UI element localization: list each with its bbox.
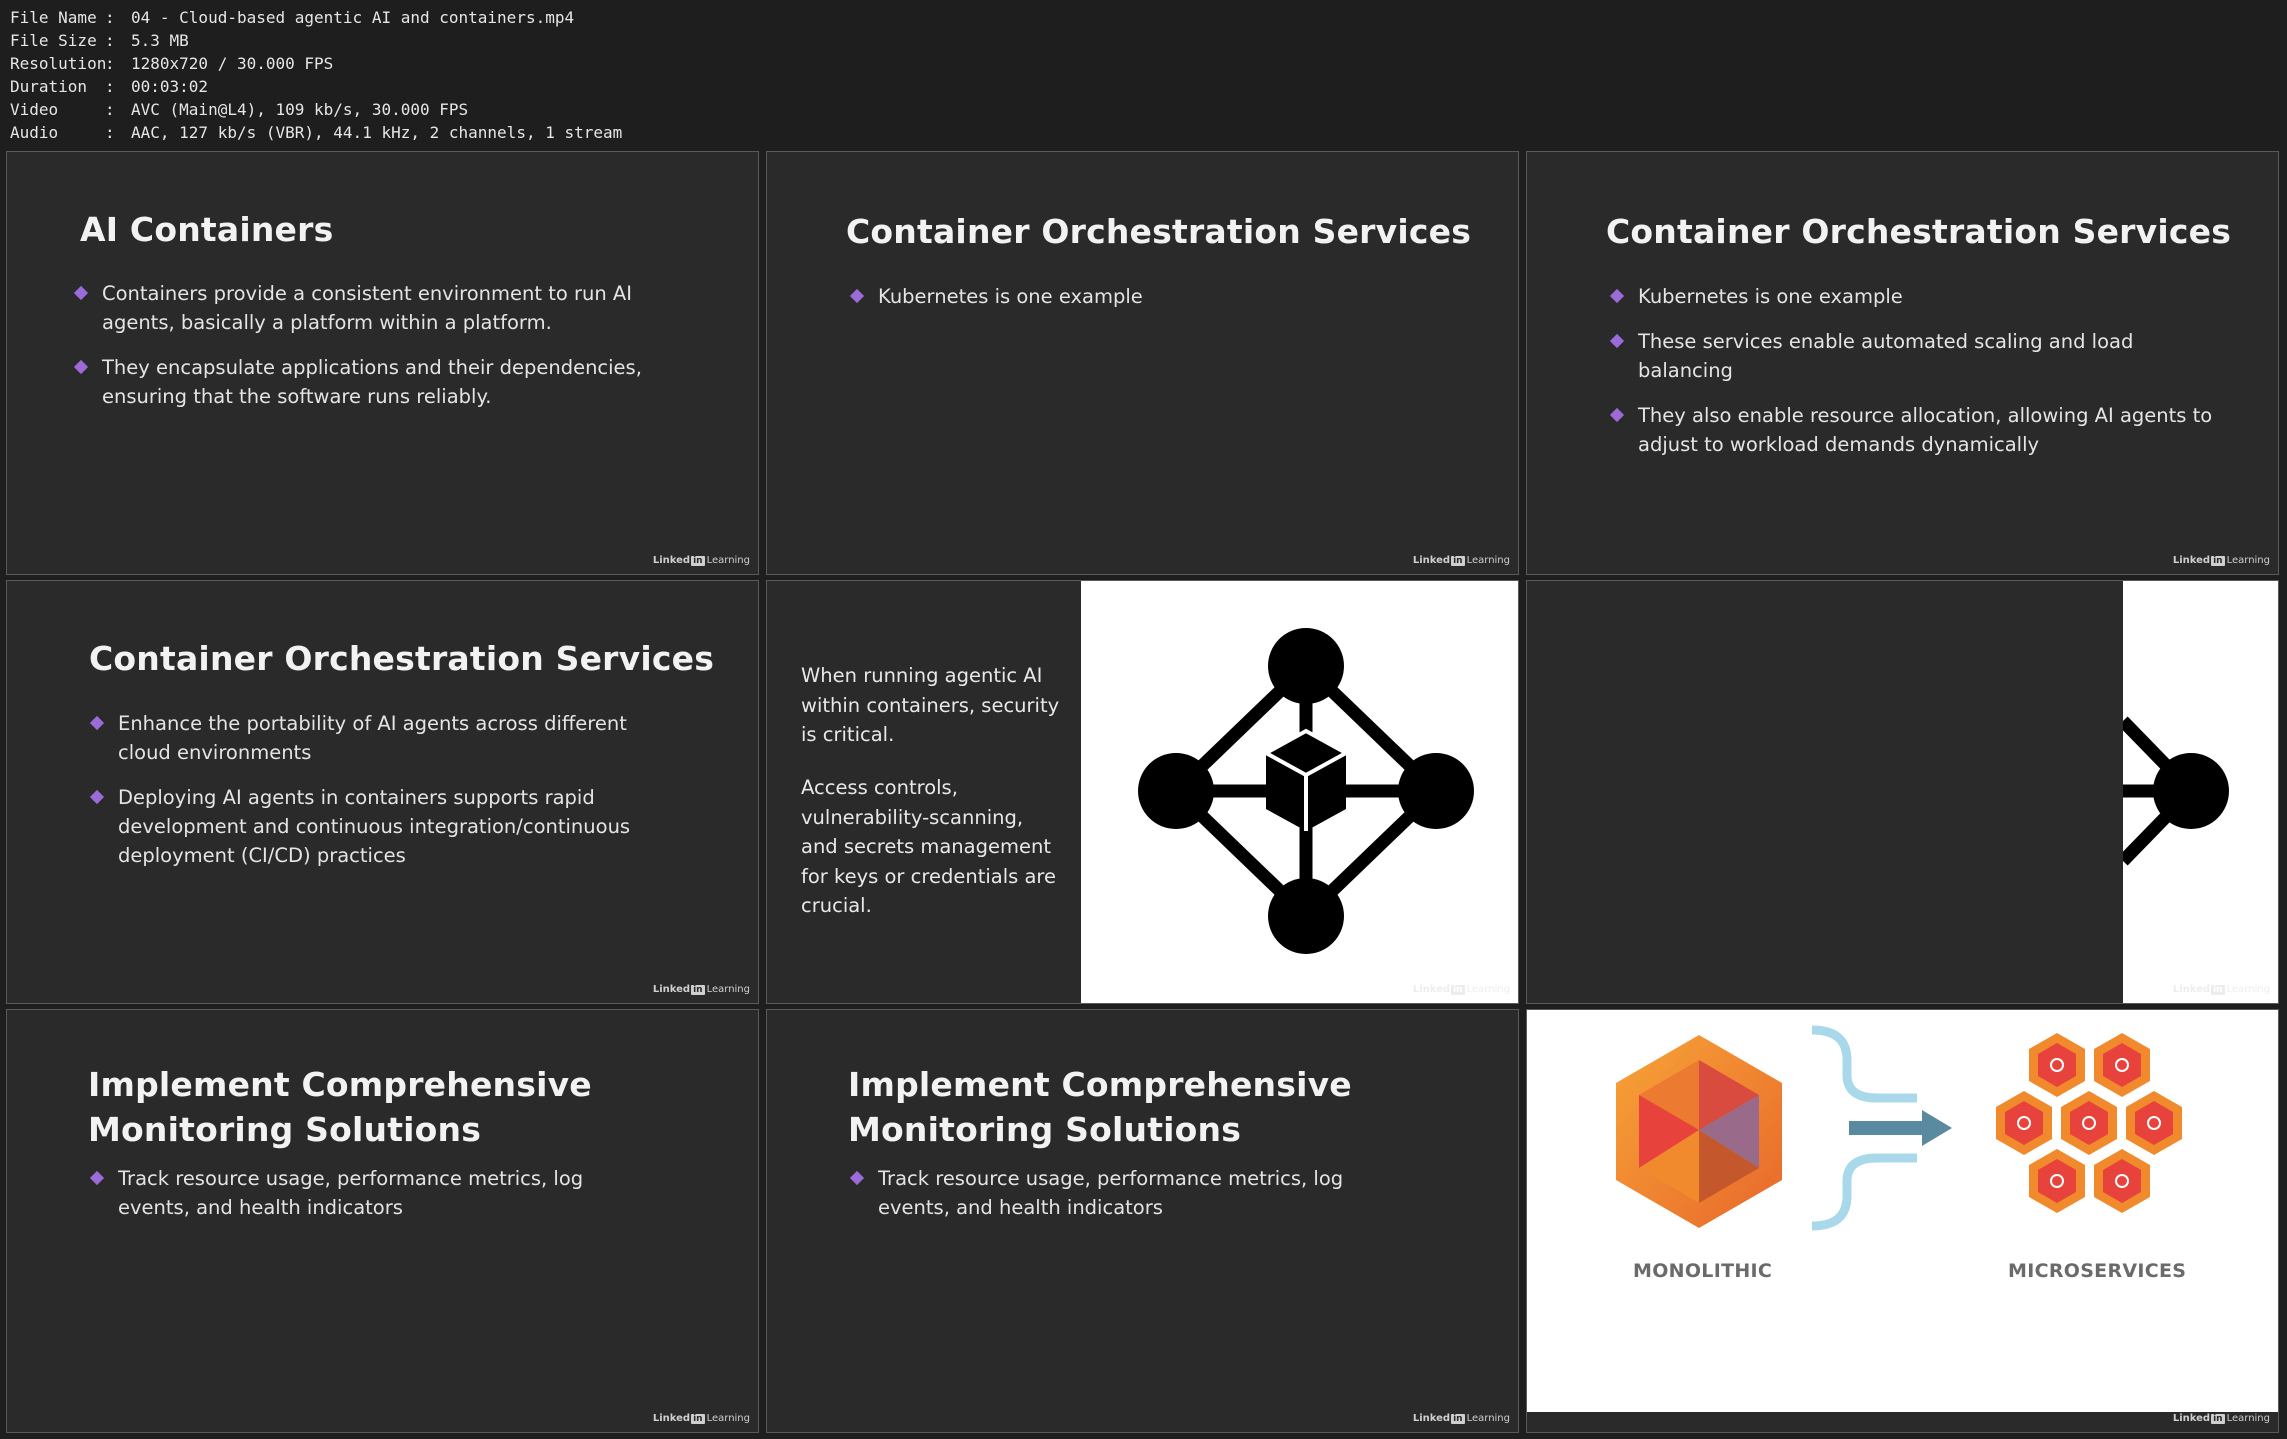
slide-thumbnail-6[interactable]: Linked in Learning — [1526, 580, 2279, 1004]
slide-title: Implement Comprehensive Monitoring Solut… — [88, 1065, 592, 1149]
bullet-item: These services enable automated scaling … — [1610, 327, 2220, 385]
slide-thumbnail-7[interactable]: Implement Comprehensive Monitoring Solut… — [6, 1009, 759, 1433]
file-info-row: Audio: AAC, 127 kb/s (VBR), 44.1 kHz, 2 c… — [10, 123, 623, 142]
monolith-hexagon-icon — [1616, 1035, 1782, 1228]
bullet-item: Track resource usage, performance metric… — [850, 1164, 1410, 1222]
container-network-icon — [1138, 628, 1474, 954]
bullet-item: Enhance the portability of AI agents acr… — [90, 709, 650, 767]
slide-thumbnail-8[interactable]: Implement Comprehensive Monitoring Solut… — [766, 1009, 1519, 1433]
bullet-item: Containers provide a consistent environm… — [74, 279, 674, 337]
file-info-row: Video: AVC (Main@L4), 109 kb/s, 30.000 FP… — [10, 100, 469, 119]
slide-thumbnail-3[interactable]: Container Orchestration Services Kuberne… — [1526, 151, 2279, 575]
slide-title: Container Orchestration Services — [89, 639, 715, 678]
access-controls-paragraph: Access controls, vulnerability-scanning,… — [801, 776, 1057, 917]
bullet-item: Kubernetes is one example — [1610, 282, 2220, 311]
bullet-list: Track resource usage, performance metric… — [90, 1164, 650, 1238]
bullet-item: Deploying AI agents in containers suppor… — [90, 783, 650, 870]
file-info-row: Resolution:1280x720 / 30.000 FPS — [10, 54, 334, 73]
slide-title: Container Orchestration Services — [846, 212, 1472, 251]
slide-thumbnail-9[interactable]: MONOLITHIC MICROSERVICES Linked in Learnin… — [1526, 1009, 2279, 1433]
linkedin-learning-logo: Linked in Learning — [2172, 555, 2270, 566]
bullet-item: Kubernetes is one example — [850, 282, 1470, 311]
slide-title: Implement Comprehensive Monitoring Solut… — [848, 1065, 1352, 1149]
bullet-list: Containers provide a consistent environm… — [74, 279, 674, 427]
linkedin-learning-logo: Linked in Learning — [1412, 555, 1510, 566]
file-info-row: File Size:5.3 MB — [10, 31, 189, 50]
file-info-row: Duration:00:03:02 — [10, 77, 209, 96]
container-network-icon — [2118, 716, 2229, 866]
slide-thumbnail-4[interactable]: Container Orchestration Services Enhance… — [6, 580, 759, 1004]
linkedin-learning-logo: Linked in Learning — [652, 984, 750, 995]
file-info-panel: File Name:04 - Cloud-based agentic AI an… — [10, 6, 622, 144]
slide-thumbnail-5[interactable]: When running agentic AI within container… — [766, 580, 1519, 1004]
monolithic-label: MONOLITHIC — [1633, 1260, 1773, 1282]
linkedin-learning-logo: Linked in Learning — [1412, 1413, 1510, 1424]
slide-title: AI Containers — [80, 210, 334, 249]
monolith-to-microservices-graphic — [1616, 1025, 2182, 1231]
linkedin-learning-logo: Linked in Learning — [652, 555, 750, 566]
linkedin-learning-logo: Linked in Learning — [2172, 1413, 2270, 1424]
slide-title: Container Orchestration Services — [1606, 212, 2232, 251]
diagram-panel — [2118, 581, 2278, 1003]
bullet-list: Track resource usage, performance metric… — [850, 1164, 1410, 1238]
bullet-list: Kubernetes is one example These services… — [1610, 282, 2220, 475]
diagram-panel — [1081, 581, 1518, 1003]
linkedin-learning-logo: Linked in Learning — [652, 1413, 750, 1424]
monolith-microservices-diagram: MONOLITHIC MICROSERVICES — [1527, 1010, 2278, 1412]
bullet-item: They encapsulate applications and their … — [74, 353, 674, 411]
file-info-row: File Name:04 - Cloud-based agentic AI an… — [10, 8, 575, 27]
bullet-item: They also enable resource allocation, al… — [1610, 401, 2220, 459]
arrow-right-icon — [1849, 1110, 1952, 1146]
bullet-list: Kubernetes is one example — [850, 282, 1470, 327]
bullet-list: Enhance the portability of AI agents acr… — [90, 709, 650, 886]
slide-thumbnail-1[interactable]: AI Containers Containers provide a consi… — [6, 151, 759, 575]
linkedin-learning-logo: Linked in Learning — [1412, 984, 1510, 995]
linkedin-learning-logo: Linked in Learning — [2172, 984, 2270, 995]
microservices-cluster-icon — [1996, 1033, 2182, 1213]
slide-thumbnail-2[interactable]: Container Orchestration Services Kuberne… — [766, 151, 1519, 575]
security-paragraph: When running agentic AI within container… — [801, 664, 1060, 746]
bullet-item: Track resource usage, performance metric… — [90, 1164, 650, 1222]
microservices-label: MICROSERVICES — [2008, 1260, 2187, 1282]
